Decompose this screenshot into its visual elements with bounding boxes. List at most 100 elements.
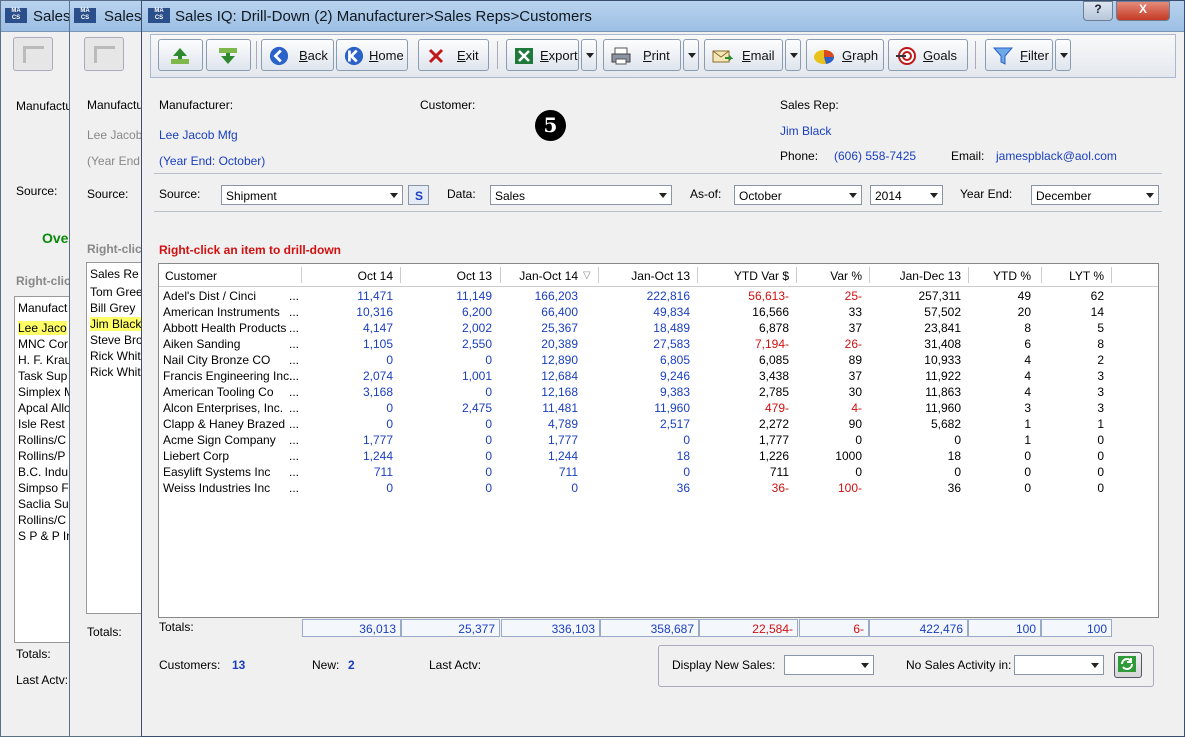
table-row[interactable]: Clapp & Haney Brazed... 0 0 4,789 2,517 2,272… — [159, 416, 1158, 432]
display-new-sales-select[interactable] — [784, 655, 874, 675]
grid-cell: 56,613- — [748, 289, 789, 303]
email-dropdown[interactable] — [785, 39, 801, 71]
chevron-down-icon — [926, 186, 942, 204]
email-link[interactable]: jamespblack@aol.com — [996, 149, 1117, 163]
customer-grid[interactable]: Customer Oct 14 Oct 13 Jan-Oct 14 ▽ Jan-… — [158, 263, 1159, 618]
table-row[interactable]: Easylift Systems Inc... 711 0 711 0 711 0 0 0 0 — [159, 464, 1158, 480]
bg2-list-item[interactable]: Rick Whit — [90, 365, 141, 379]
grid-header: Customer Oct 14 Oct 13 Jan-Oct 14 ▽ Jan-… — [159, 264, 1158, 287]
col-oct13[interactable]: Oct 13 — [457, 269, 492, 283]
bg1-list-item[interactable]: H. F. Krau — [18, 353, 71, 367]
col-oct14[interactable]: Oct 14 — [358, 269, 393, 283]
bg1-list-header[interactable]: Manufact — [18, 301, 67, 315]
col-lytpct[interactable]: LYT % — [1069, 269, 1104, 283]
bg2-list-item[interactable]: Jim Black — [90, 317, 142, 331]
bg1-list-item[interactable]: Rollins/P — [18, 449, 65, 463]
table-row[interactable]: Adel's Dist / Cinci... 11,471 11,149 166,20… — [159, 288, 1158, 304]
email-button[interactable]: Email — [704, 39, 783, 71]
drill-down-button[interactable] — [206, 39, 251, 71]
print-dropdown[interactable] — [683, 39, 699, 71]
close-window-button[interactable]: X — [1116, 1, 1170, 21]
bg1-list-item[interactable]: Rollins/C — [18, 513, 66, 527]
customer-name-cell[interactable]: American Instruments — [163, 305, 280, 319]
bg1-list-item[interactable]: Lee Jaco — [18, 321, 67, 335]
bg2-salesrep-list[interactable]: Sales Re Tom Gree Bill Grey Jim Black Steve… — [86, 262, 148, 614]
customer-name-cell[interactable]: Alcon Enterprises, Inc. — [163, 401, 283, 415]
back-button[interactable]: Back — [261, 39, 334, 71]
bg1-list-item[interactable]: Simpso F — [18, 481, 69, 495]
export-dropdown[interactable] — [581, 39, 597, 71]
help-button[interactable]: ? — [1083, 1, 1113, 21]
bg2-list-header[interactable]: Sales Re — [90, 267, 139, 281]
bg1-manufacturer-list[interactable]: Manufact Lee Jaco MNC Cor H. F. Krau Task S… — [14, 296, 76, 643]
manufacturer-name[interactable]: Lee Jacob Mfg — [159, 128, 238, 142]
customer-name-cell[interactable]: Francis Engineering Inc. — [163, 369, 292, 383]
customer-name-cell[interactable]: Weiss Industries Inc — [163, 481, 270, 495]
exit-button[interactable]: Exit — [418, 39, 489, 71]
table-row[interactable]: American Instruments... 10,316 6,200 66,400… — [159, 304, 1158, 320]
col-customer[interactable]: Customer — [165, 269, 217, 283]
export-button[interactable]: Export — [506, 39, 579, 71]
asof-month-select[interactable]: October — [734, 185, 862, 205]
refresh-button[interactable] — [1114, 652, 1142, 678]
source-s-button[interactable]: S — [408, 185, 429, 205]
bg1-toolbar-button[interactable] — [13, 37, 53, 71]
customer-name-cell[interactable]: Aiken Sanding — [163, 337, 240, 351]
data-select[interactable]: Sales — [490, 185, 672, 205]
goals-button[interactable]: Goals — [888, 39, 968, 71]
col-ytdpct[interactable]: YTD % — [993, 269, 1031, 283]
bg1-list-item[interactable]: MNC Cor — [18, 337, 68, 351]
col-ytdvar[interactable]: YTD Var $ — [734, 269, 789, 283]
table-row[interactable]: Aiken Sanding... 1,105 2,550 20,389 27,583 7,… — [159, 336, 1158, 352]
col-varpct[interactable]: Var % — [830, 269, 862, 283]
filter-dropdown[interactable] — [1055, 39, 1071, 71]
customer-name-cell[interactable]: Liebert Corp — [163, 449, 229, 463]
bg2-list-item[interactable]: Bill Grey — [90, 301, 135, 315]
customer-name-cell[interactable]: Acme Sign Company — [163, 433, 276, 447]
bg1-list-item[interactable]: Simplex M — [18, 385, 74, 399]
bg1-list-item[interactable]: Apcal Allo — [18, 401, 71, 415]
customer-name-cell[interactable]: Easylift Systems Inc — [163, 465, 270, 479]
table-row[interactable]: Weiss Industries Inc... 0 0 0 36 36- 100- 36 0 0 — [159, 480, 1158, 496]
table-row[interactable]: American Tooling Co... 3,168 0 12,168 9,383 2… — [159, 384, 1158, 400]
bg1-list-item[interactable]: Task Sup — [18, 369, 67, 383]
col-janoct14[interactable]: Jan-Oct 14 — [519, 269, 578, 283]
bg2-toolbar-button[interactable] — [84, 37, 124, 71]
source-select[interactable]: Shipment — [221, 185, 403, 205]
table-row[interactable]: Acme Sign Company... 1,777 0 1,777 0 1,777 0 0 1… — [159, 432, 1158, 448]
no-sales-activity-select[interactable] — [1014, 655, 1104, 675]
bg2-list-item[interactable]: Steve Bro — [90, 333, 143, 347]
drill-up-button[interactable] — [158, 39, 203, 71]
col-jandec13[interactable]: Jan-Dec 13 — [900, 269, 961, 283]
customer-name-cell[interactable]: American Tooling Co — [163, 385, 274, 399]
grid-cell: 1,226 — [758, 449, 789, 463]
bg1-list-item[interactable]: Rollins/C — [18, 433, 66, 447]
table-row[interactable]: Liebert Corp... 1,244 0 1,244 18 1,226 1000 18 0… — [159, 448, 1158, 464]
bg1-list-item[interactable]: Isle Rest — [18, 417, 65, 431]
home-button[interactable]: Home — [336, 39, 408, 71]
yearend-select[interactable]: December — [1031, 185, 1159, 205]
customer-name-cell[interactable]: Abbott Health Products — [163, 321, 286, 335]
table-row[interactable]: Nail City Bronze CO... 0 0 12,890 6,805 6,085… — [159, 352, 1158, 368]
bg1-list-item[interactable]: B.C. Indu — [18, 465, 68, 479]
print-button[interactable]: Print — [603, 39, 681, 71]
customer-name-cell[interactable]: Adel's Dist / Cinci — [163, 289, 256, 303]
bg2-list-item[interactable]: Rick Whit — [90, 349, 141, 363]
asof-year-select[interactable]: 2014 — [870, 185, 943, 205]
grid-cell: 166,203 — [534, 289, 578, 303]
bg2-list-item[interactable]: Tom Gree — [90, 285, 143, 299]
table-row[interactable]: Francis Engineering Inc.... 2,074 1,001 12,… — [159, 368, 1158, 384]
customer-name-cell[interactable]: Clapp & Haney Brazed — [163, 417, 285, 431]
sales-rep-name[interactable]: Jim Black — [780, 124, 831, 138]
bg1-overview-tab[interactable]: Ove — [42, 230, 68, 246]
filter-button[interactable]: Filter — [985, 39, 1053, 71]
table-row[interactable]: Alcon Enterprises, Inc.... 0 2,475 11,481 11… — [159, 400, 1158, 416]
col-janoct13[interactable]: Jan-Oct 13 — [631, 269, 690, 283]
bg1-list-item[interactable]: Saclia Su — [18, 497, 69, 511]
email-icon — [712, 50, 733, 63]
customer-name-cell[interactable]: Nail City Bronze CO — [163, 353, 270, 367]
bg1-list-item[interactable]: S P & P In — [18, 529, 73, 543]
table-row[interactable]: Abbott Health Products... 4,147 2,002 25,36… — [159, 320, 1158, 336]
graph-button[interactable]: Graph — [806, 39, 884, 71]
target-icon — [896, 47, 916, 65]
